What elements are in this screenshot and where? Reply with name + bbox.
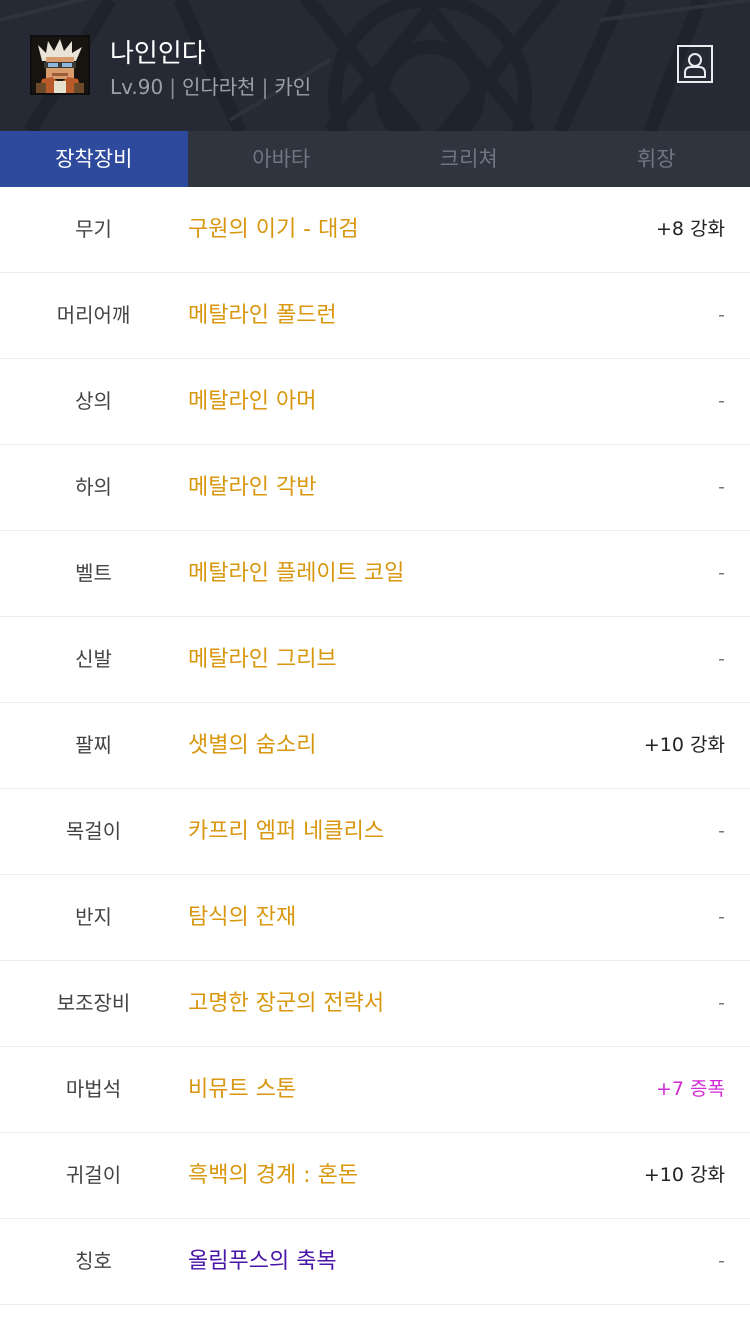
slot-label: 무기 [75,217,112,241]
slot-label: 신발 [75,647,112,671]
equipment-row[interactable]: 무기 구원의 이기 - 대검 +8 강화 [0,187,750,273]
item-name: 올림푸스의 축복 [188,1249,337,1274]
item-name: 고명한 장군의 전략서 [188,991,385,1016]
character-level: Lv.90 [110,75,164,99]
upgrade-value: +8 강화 [655,218,725,240]
upgrade-value: - [718,390,725,412]
equipment-row[interactable]: 칭호 올림푸스의 축복 - [0,1219,750,1305]
slot-label: 상의 [75,389,112,413]
item-name: 메탈라인 각반 [188,475,317,500]
equipment-row[interactable]: 반지 탐식의 잔재 - [0,875,750,961]
slot-label: 목걸이 [65,819,122,843]
item-name: 구원의 이기 - 대검 [188,217,359,242]
equipment-row[interactable]: 머리어깨 메탈라인 폴드런 - [0,273,750,359]
tab-creature[interactable]: 크리쳐 [375,131,563,187]
upgrade-value: +10 강화 [643,1164,725,1186]
item-name: 흑백의 경계 : 혼돈 [188,1163,359,1188]
tab-avatar[interactable]: 아바타 [188,131,376,187]
upgrade-value: - [718,906,725,928]
upgrade-value: - [718,1250,725,1272]
info-separator: | [169,75,176,99]
item-name: 메탈라인 플레이트 코일 [188,561,405,586]
upgrade-value: - [718,820,725,842]
slot-label: 보조장비 [56,991,131,1015]
upgrade-value: - [718,304,725,326]
item-name: 메탈라인 폴드런 [188,303,337,328]
slot-label: 칭호 [75,1249,112,1273]
tab-emblem[interactable]: 휘장 [563,131,750,187]
item-name: 샛별의 숨소리 [188,733,317,758]
slot-label: 반지 [75,905,112,929]
character-server: 인다라천 [181,75,256,99]
equipment-row[interactable]: 귀걸이 흑백의 경계 : 혼돈 +10 강화 [0,1133,750,1219]
character-portrait-icon [32,37,88,93]
character-info: Lv.90 | 인다라천 | 카인 [110,71,311,100]
item-name: 메탈라인 그리브 [188,647,337,672]
equipment-row[interactable]: 마법석 비뮤트 스톤 +7 증폭 [0,1047,750,1133]
slot-label: 벨트 [75,561,112,585]
profile-button[interactable] [677,45,713,83]
info-separator: | [261,75,269,99]
character-avatar [30,35,90,95]
equipment-list: 무기 구원의 이기 - 대검 +8 강화 머리어깨 메탈라인 폴드런 - 상의 … [0,187,750,1305]
equipment-row[interactable]: 신발 메탈라인 그리브 - [0,617,750,703]
equipment-row[interactable]: 상의 메탈라인 아머 - [0,359,750,445]
tab-equipment[interactable]: 장착장비 [0,131,188,187]
slot-label: 머리어깨 [56,303,131,327]
upgrade-value: +10 강화 [643,734,725,756]
item-name: 카프리 엠퍼 네클리스 [188,819,385,844]
upgrade-value: - [718,648,725,670]
upgrade-value: - [718,476,725,498]
equipment-tabs: 장착장비 아바타 크리쳐 휘장 [0,131,750,187]
upgrade-value: - [718,562,725,584]
slot-label: 마법석 [65,1077,122,1101]
equipment-row[interactable]: 하의 메탈라인 각반 - [0,445,750,531]
slot-label: 귀걸이 [65,1163,122,1187]
profile-icon [684,53,706,78]
item-name: 탐식의 잔재 [188,905,297,930]
equipment-row[interactable]: 보조장비 고명한 장군의 전략서 - [0,961,750,1047]
character-job: 카인 [274,75,312,99]
character-header: 나인인다 Lv.90 | 인다라천 | 카인 [0,0,750,131]
slot-label: 하의 [75,475,112,499]
item-name: 비뮤트 스톤 [188,1077,297,1102]
upgrade-value: +7 증폭 [655,1078,725,1100]
item-name: 메탈라인 아머 [188,389,317,414]
equipment-row[interactable]: 목걸이 카프리 엠퍼 네클리스 - [0,789,750,875]
equipment-row[interactable]: 벨트 메탈라인 플레이트 코일 - [0,531,750,617]
slot-label: 팔찌 [75,733,112,757]
character-name: 나인인다 [110,39,206,69]
equipment-row[interactable]: 팔찌 샛별의 숨소리 +10 강화 [0,703,750,789]
upgrade-value: - [718,992,725,1014]
